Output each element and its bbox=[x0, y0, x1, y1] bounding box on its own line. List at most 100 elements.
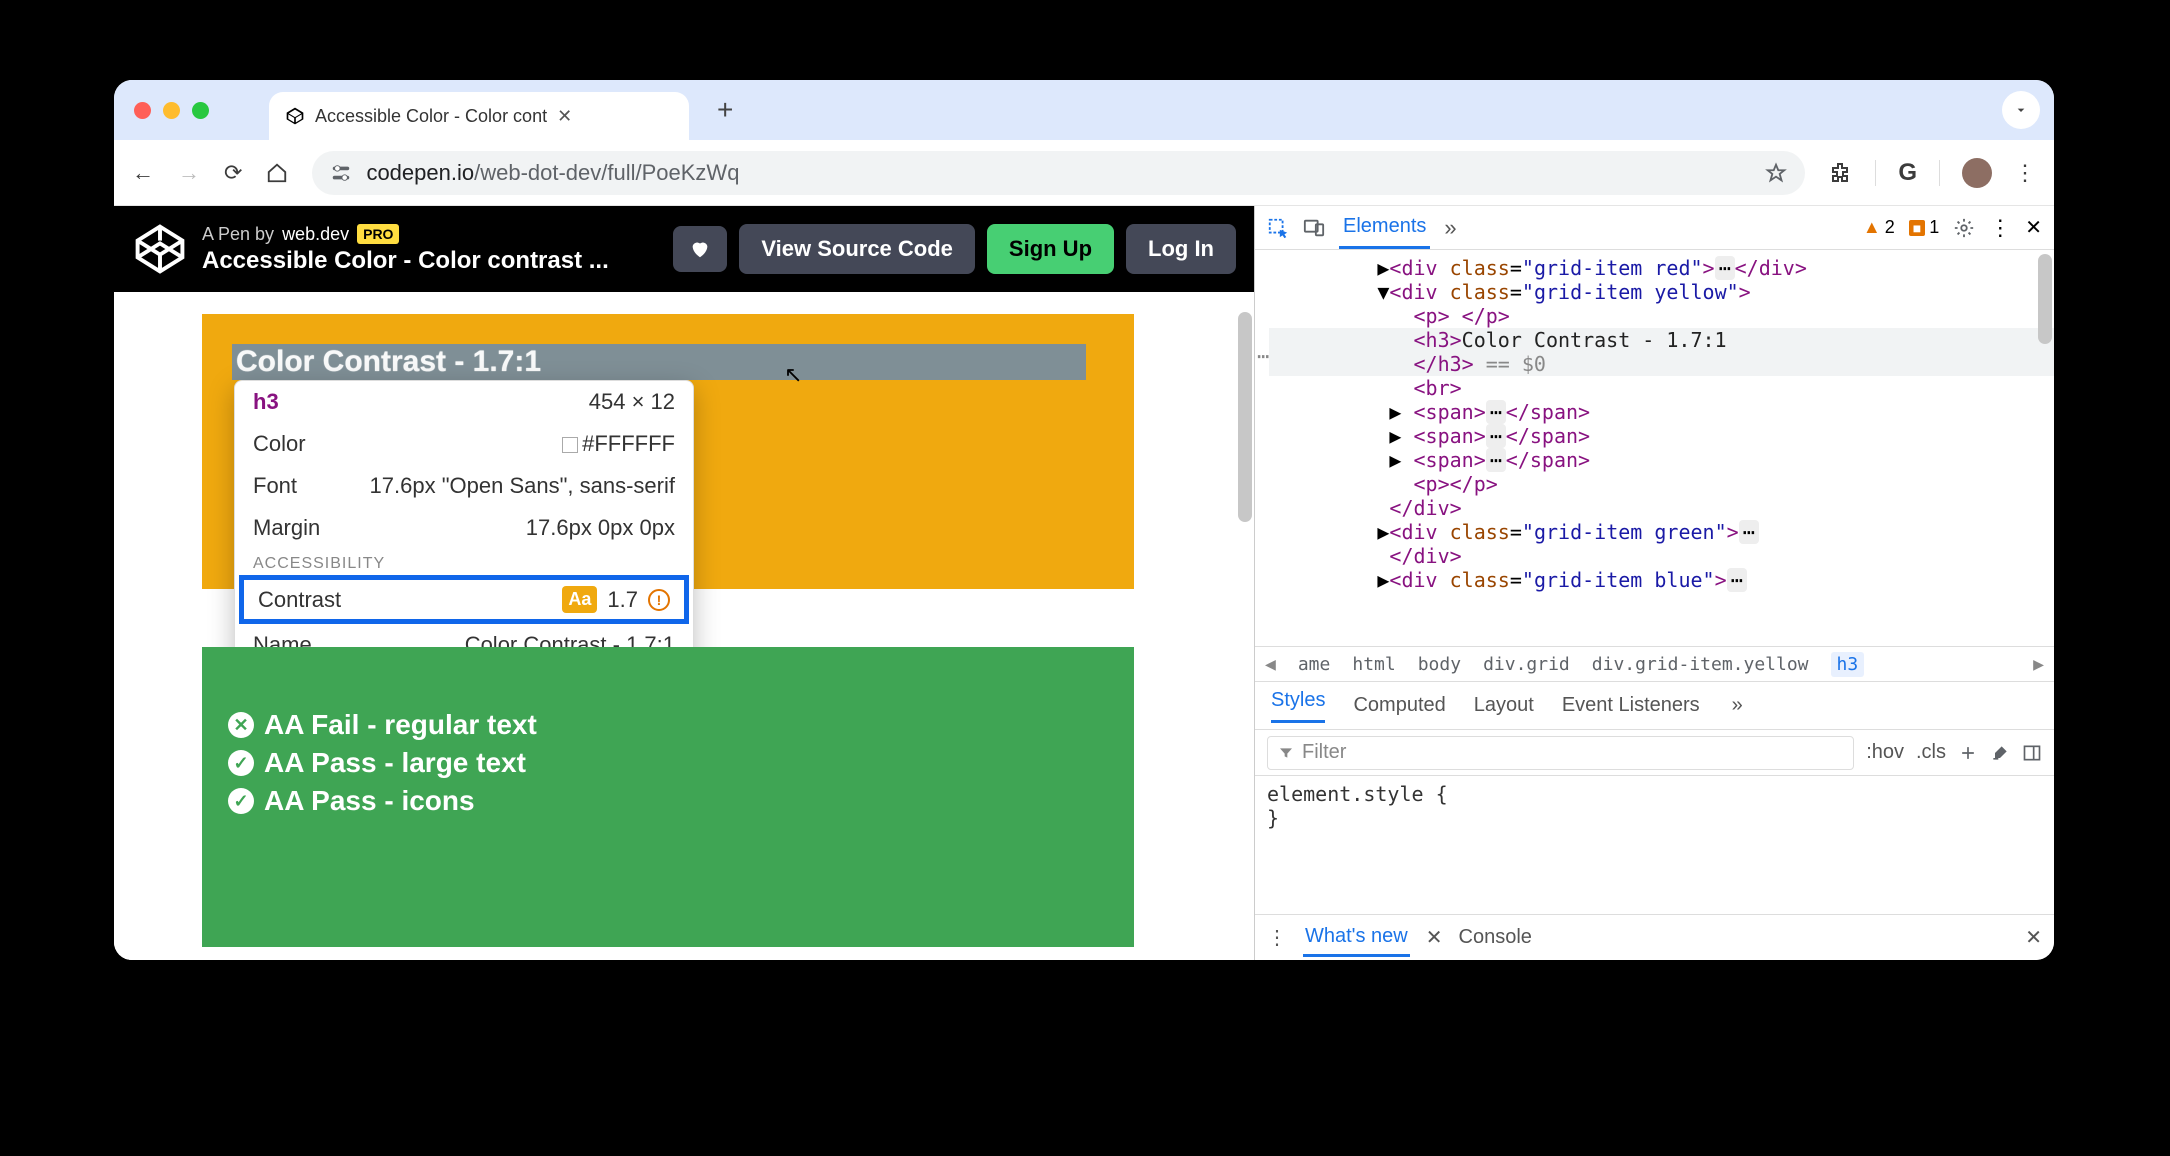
tooltip-font-value: 17.6px "Open Sans", sans-serif bbox=[370, 473, 675, 499]
like-button[interactable] bbox=[673, 226, 727, 272]
subtab-computed[interactable]: Computed bbox=[1353, 694, 1445, 717]
reload-button[interactable]: ⟳ bbox=[224, 160, 242, 186]
style-rule: } bbox=[1267, 806, 2042, 830]
list-item: AA Pass - icons bbox=[228, 785, 1108, 817]
page-scrollbar[interactable] bbox=[1238, 312, 1252, 522]
device-toggle-button[interactable] bbox=[1303, 217, 1325, 239]
issues-indicator[interactable]: ■1 bbox=[1909, 217, 1939, 238]
tooltip-contrast-label: Contrast bbox=[258, 587, 341, 613]
browser-toolbar: ← → ⟳ codepen.io/web-dot-dev/full/PoeKzW… bbox=[114, 140, 2054, 206]
toggle-pane-button[interactable] bbox=[2022, 743, 2042, 763]
crumb[interactable]: div.grid bbox=[1483, 654, 1570, 675]
subtab-layout[interactable]: Layout bbox=[1474, 694, 1534, 717]
heart-icon bbox=[689, 238, 711, 260]
subtab-styles[interactable]: Styles bbox=[1271, 689, 1325, 723]
warnings-indicator[interactable]: ▲2 bbox=[1863, 217, 1895, 238]
color-swatch-icon bbox=[562, 437, 578, 453]
device-icon bbox=[1303, 217, 1325, 239]
home-button[interactable] bbox=[266, 162, 288, 184]
tab-title: Accessible Color - Color cont bbox=[315, 106, 547, 127]
bookmark-star-icon[interactable] bbox=[1765, 162, 1787, 184]
green-card: AA Fail - regular text AA Pass - large t… bbox=[202, 647, 1134, 947]
codepen-favicon-icon bbox=[285, 106, 305, 126]
fail-icon bbox=[228, 712, 254, 738]
tab-close-icon[interactable]: ✕ bbox=[557, 106, 572, 127]
subtabs-more[interactable]: » bbox=[1732, 694, 1743, 717]
hov-toggle[interactable]: :hov bbox=[1866, 741, 1904, 764]
pen-preview: Color Contrast - 1.7:1 ↖ h3 454 × 12 Col… bbox=[114, 292, 1254, 960]
mouse-cursor-icon: ↖ bbox=[784, 362, 802, 388]
crumb-selected[interactable]: h3 bbox=[1831, 652, 1865, 677]
site-settings-icon[interactable] bbox=[330, 162, 352, 184]
issue-icon: ■ bbox=[1909, 220, 1925, 236]
view-source-button[interactable]: View Source Code bbox=[739, 224, 975, 274]
google-apps-icon[interactable]: G bbox=[1898, 159, 1917, 187]
nav-forward-button[interactable]: → bbox=[178, 160, 200, 186]
codepen-logo-icon[interactable] bbox=[132, 221, 188, 277]
devtools-more-tabs[interactable]: » bbox=[1444, 215, 1456, 241]
drawer-close-button[interactable]: ✕ bbox=[2025, 925, 2042, 950]
devtools-settings-button[interactable] bbox=[1953, 217, 1975, 239]
inspect-element-button[interactable] bbox=[1267, 217, 1289, 239]
extensions-icon[interactable] bbox=[1829, 161, 1853, 185]
warning-icon: ▲ bbox=[1863, 217, 1881, 238]
drawer-tab-close-icon[interactable]: ✕ bbox=[1426, 925, 1443, 950]
subtab-event-listeners[interactable]: Event Listeners bbox=[1562, 694, 1700, 717]
contrast-warning-icon: ! bbox=[648, 589, 670, 611]
styles-body[interactable]: element.style { } bbox=[1255, 776, 2054, 914]
devtools-tab-elements[interactable]: Elements bbox=[1339, 207, 1430, 249]
tooltip-a11y-heading: ACCESSIBILITY bbox=[235, 549, 693, 575]
filter-placeholder: Filter bbox=[1302, 741, 1346, 764]
crumb[interactable]: html bbox=[1352, 654, 1395, 675]
close-window-icon[interactable] bbox=[134, 102, 151, 119]
tooltip-font-label: Font bbox=[253, 473, 297, 499]
drawer-tab-console[interactable]: Console bbox=[1459, 926, 1532, 949]
minimize-window-icon[interactable] bbox=[163, 102, 180, 119]
list-item-label: AA Fail - regular text bbox=[264, 709, 537, 741]
profile-avatar[interactable] bbox=[1962, 158, 1992, 188]
dom-breadcrumbs[interactable]: ◀ ame html body div.grid div.grid-item.y… bbox=[1255, 646, 2054, 682]
maximize-window-icon[interactable] bbox=[192, 102, 209, 119]
url-bar[interactable]: codepen.io/web-dot-dev/full/PoeKzWq bbox=[312, 151, 1805, 195]
drawer-tab-whatsnew[interactable]: What's new bbox=[1303, 919, 1410, 957]
styles-toolbar: Filter :hov .cls bbox=[1255, 730, 2054, 776]
crumb[interactable]: div.grid-item.yellow bbox=[1592, 654, 1809, 675]
new-style-rule-button[interactable] bbox=[1958, 743, 1978, 763]
h3-text: Color Contrast - 1.7:1 bbox=[236, 345, 541, 379]
pen-title: Accessible Color - Color contrast ... bbox=[202, 247, 609, 275]
new-tab-button[interactable]: + bbox=[717, 94, 733, 126]
browser-window: Accessible Color - Color cont ✕ + ← → ⟳ … bbox=[114, 80, 2054, 960]
chrome-menu-button[interactable]: ⋮ bbox=[2014, 160, 2036, 186]
login-button[interactable]: Log In bbox=[1126, 224, 1236, 274]
crumb[interactable]: ame bbox=[1298, 654, 1331, 675]
home-icon bbox=[266, 162, 288, 184]
devtools-scrollbar[interactable] bbox=[2038, 254, 2052, 344]
list-item-label: AA Pass - large text bbox=[264, 747, 526, 779]
cls-toggle[interactable]: .cls bbox=[1916, 741, 1946, 764]
crumb[interactable]: body bbox=[1418, 654, 1461, 675]
brush-icon bbox=[1990, 743, 2010, 763]
signup-button[interactable]: Sign Up bbox=[987, 224, 1114, 274]
tooltip-contrast-row: Contrast Aa 1.7 ! bbox=[239, 575, 689, 624]
computed-styles-sidebar-button[interactable] bbox=[1990, 743, 2010, 763]
drawer-menu-button[interactable]: ⋮ bbox=[1267, 925, 1287, 950]
contrast-value: 1.7 bbox=[607, 587, 638, 613]
devtools-menu-button[interactable]: ⋮ bbox=[1989, 215, 2011, 241]
tooltip-margin-value: 17.6px 0px 0px bbox=[526, 515, 675, 541]
codepen-header: A Pen by web.dev PRO Accessible Color - … bbox=[114, 206, 1254, 292]
tooltip-margin-label: Margin bbox=[253, 515, 320, 541]
crumb-next-icon[interactable]: ▶ bbox=[2033, 654, 2044, 675]
panel-icon bbox=[2022, 743, 2042, 763]
tab-dropdown-button[interactable] bbox=[2002, 91, 2040, 129]
styles-filter-input[interactable]: Filter bbox=[1267, 736, 1854, 770]
inspected-h3[interactable]: Color Contrast - 1.7:1 bbox=[232, 344, 1086, 380]
filter-icon bbox=[1278, 745, 1294, 761]
nav-back-button[interactable]: ← bbox=[132, 160, 154, 186]
gear-icon bbox=[1953, 217, 1975, 239]
dom-tree[interactable]: ⋯ ▶<div class="grid-item red">⋯</div> ▼<… bbox=[1255, 250, 2054, 646]
inspect-icon bbox=[1267, 217, 1289, 239]
chevron-down-icon bbox=[2013, 102, 2029, 118]
crumb-prev-icon[interactable]: ◀ bbox=[1265, 654, 1276, 675]
browser-tab[interactable]: Accessible Color - Color cont ✕ bbox=[269, 92, 689, 140]
devtools-close-button[interactable]: ✕ bbox=[2025, 215, 2042, 240]
